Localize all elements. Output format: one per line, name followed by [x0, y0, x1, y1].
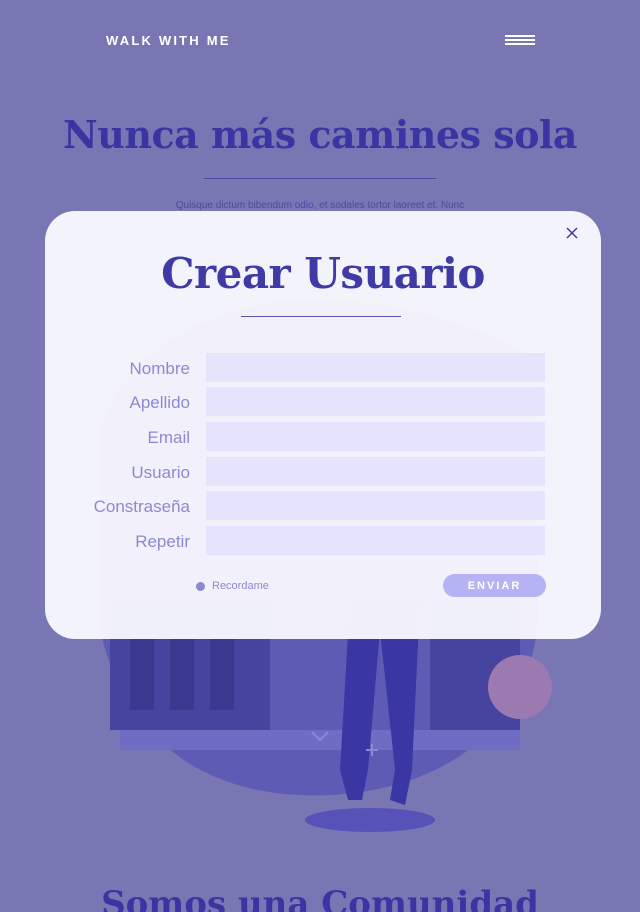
hero-divider — [204, 178, 436, 179]
field-row-password: Constraseña — [45, 491, 601, 521]
remember-me-radio[interactable] — [196, 581, 205, 591]
field-row-usuario: Usuario — [45, 457, 601, 487]
section-title: Somos una Comunidad — [101, 884, 539, 912]
field-row-repetir: Repetir — [45, 526, 601, 556]
create-user-modal: Crear Usuario Nombre Apellido Email Usua… — [45, 211, 601, 639]
repeat-password-input[interactable] — [206, 526, 545, 555]
field-row-nombre: Nombre — [45, 353, 601, 383]
password-label: Constraseña — [93, 497, 190, 516]
email-input[interactable] — [206, 422, 545, 451]
apellido-label: Apellido — [129, 393, 191, 412]
remember-me-label: Recordame — [212, 580, 269, 592]
nombre-label: Nombre — [129, 359, 190, 378]
modal-title: Crear Usuario — [161, 249, 485, 298]
hero-title: Nunca más camines sola — [62, 112, 578, 157]
brand-logo[interactable]: WALK WITH ME — [106, 33, 231, 48]
field-row-apellido: Apellido — [45, 387, 601, 417]
nombre-input[interactable] — [206, 353, 545, 382]
hero-text: Quisque dictum bibendum odio, et sodales… — [175, 200, 465, 211]
field-row-email: Email — [45, 422, 601, 452]
hamburger-menu-icon[interactable] — [505, 35, 535, 47]
usuario-label: Usuario — [131, 463, 190, 482]
repeat-password-label: Repetir — [135, 532, 190, 551]
usuario-input[interactable] — [206, 457, 545, 486]
email-label: Email — [147, 428, 190, 447]
apellido-input[interactable] — [206, 387, 545, 416]
close-icon[interactable] — [566, 227, 578, 239]
password-input[interactable] — [206, 491, 545, 520]
submit-button[interactable]: ENVIAR — [443, 574, 546, 597]
remember-me-option[interactable]: Recordame — [196, 580, 269, 592]
modal-title-divider — [241, 316, 401, 317]
